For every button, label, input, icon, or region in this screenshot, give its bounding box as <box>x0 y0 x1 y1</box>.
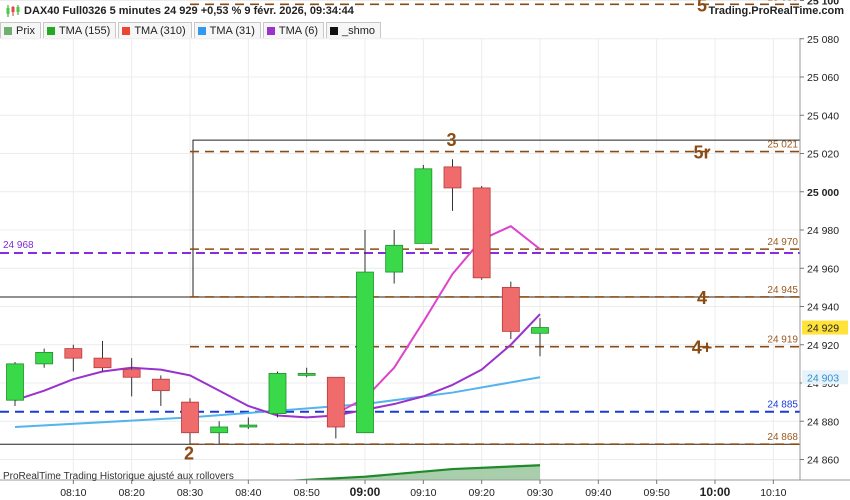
candle-body <box>35 351 54 365</box>
price-tick-label: 24 960 <box>807 263 839 275</box>
price-tick-label: 25 080 <box>807 34 839 46</box>
price-tick-label: 25 060 <box>807 72 839 84</box>
price-tick-label: 25 000 <box>807 187 839 199</box>
candle-body <box>501 286 520 332</box>
level-label: 24 868 <box>767 432 798 443</box>
candle-body <box>326 376 345 428</box>
level-label: 25 021 <box>767 140 798 151</box>
price-tick-label: 25 040 <box>807 110 839 122</box>
time-tick-label: 09:50 <box>644 487 670 499</box>
candle-body <box>181 401 199 434</box>
level-label: 24 919 <box>767 335 798 346</box>
time-tick-label: 09:00 <box>350 485 381 499</box>
time-tick-label: 10:00 <box>700 485 731 499</box>
level-label: 24 945 <box>767 285 798 296</box>
level-marker: 5 <box>697 0 707 15</box>
time-tick-label: 08:20 <box>119 487 145 499</box>
candle-body <box>385 244 404 273</box>
candle-body <box>210 426 229 434</box>
candle-body <box>239 424 258 428</box>
price-tick-label: 24 940 <box>807 302 839 314</box>
level-label: 24 970 <box>767 237 798 248</box>
candle-body <box>64 348 83 359</box>
price-tag-label: 24 929 <box>807 323 839 335</box>
time-tick-label: 08:40 <box>235 487 261 499</box>
time-tick-label: 09:20 <box>469 487 495 499</box>
wave-label: 3 <box>446 130 456 150</box>
time-tick-label: 08:30 <box>177 487 203 499</box>
plot-background <box>0 38 850 480</box>
level-label: 25 098 <box>767 0 798 3</box>
price-tick-label: 24 860 <box>807 455 839 467</box>
price-tick-label: 25 100 <box>807 0 839 8</box>
level-marker: 4 <box>697 288 707 308</box>
candle-body <box>122 369 141 378</box>
time-tick-label: 09:10 <box>410 487 436 499</box>
candle-body <box>268 373 287 414</box>
time-tick-label: 08:10 <box>60 487 86 499</box>
candle-body <box>151 378 170 392</box>
level-marker: 4+ <box>692 338 713 358</box>
wave-label: 2 <box>184 444 194 464</box>
level-marker: 5r <box>693 143 710 163</box>
candle-body <box>531 327 549 334</box>
candle-body <box>6 363 24 401</box>
time-tick-label: 09:40 <box>585 487 611 499</box>
price-axis-background <box>800 38 850 480</box>
candle-body <box>356 271 374 434</box>
price-tick-label: 24 880 <box>807 416 839 428</box>
footnote: ProRealTime Trading Historique ajusté au… <box>3 471 234 482</box>
price-tick-label: 25 020 <box>807 149 839 161</box>
price-chart[interactable]: 24 968 25 098 5 25 021 5r 24 970 24 945 4 24 919… <box>0 0 850 500</box>
time-tick-label: 09:30 <box>527 487 553 499</box>
candle-body <box>443 166 462 189</box>
candle-body <box>93 357 112 369</box>
candle-body <box>414 168 433 244</box>
candle-body <box>297 373 316 376</box>
purple-level-label: 24 968 <box>3 240 34 251</box>
price-tick-label: 24 980 <box>807 225 839 237</box>
level-label: 24 885 <box>767 400 798 411</box>
time-tick-label: 08:50 <box>294 487 320 499</box>
time-tick-label: 10:10 <box>760 487 786 499</box>
price-tick-label: 24 920 <box>807 340 839 352</box>
price-tag-label: 24 903 <box>807 372 839 384</box>
candle-body <box>472 187 491 279</box>
